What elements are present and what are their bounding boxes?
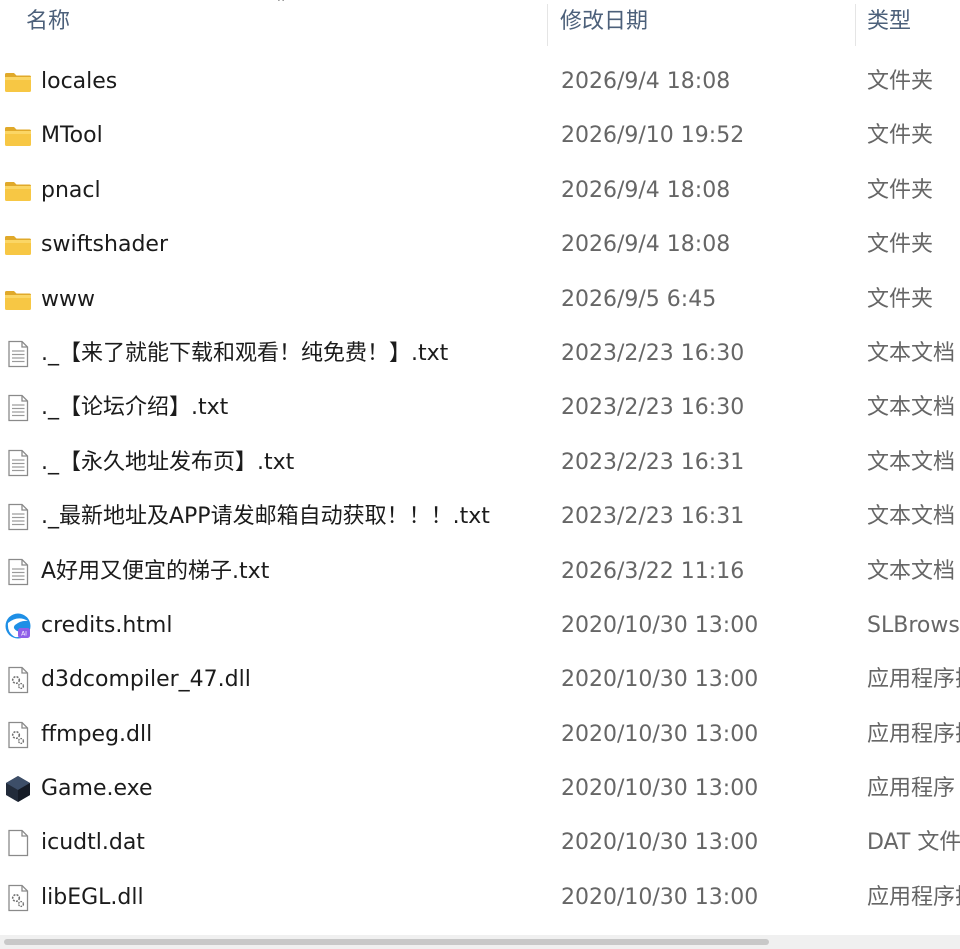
file-name: d3dcompiler_47.dll	[41, 667, 251, 693]
file-type: 应用程序	[867, 776, 956, 802]
horizontal-scrollbar[interactable]	[0, 935, 960, 949]
file-type: 文本文档	[867, 504, 956, 530]
file-modified-date: 2023/2/23 16:30	[561, 395, 745, 421]
folder-icon	[3, 121, 33, 151]
file-row[interactable]: locales 2026/9/4 18:08 文件夹	[0, 55, 960, 109]
file-name: ._【论坛介绍】.txt	[41, 395, 229, 421]
file-type: 应用程序扩展	[867, 884, 960, 910]
file-row[interactable]: libEGL.dll 2020/10/30 13:00 应用程序扩展	[0, 871, 960, 925]
dll-file-icon	[3, 720, 33, 750]
file-modified-date: 2020/10/30 13:00	[561, 776, 759, 802]
file-type: 文件夹	[867, 123, 934, 149]
folder-icon	[3, 230, 33, 260]
file-name: icudtl.dat	[41, 830, 145, 856]
svg-text:AI: AI	[21, 630, 27, 637]
file-type: 文本文档	[867, 395, 956, 421]
file-row[interactable]: ._【永久地址发布页】.txt 2023/2/23 16:31 文本文档	[0, 436, 960, 490]
file-row[interactable]: Game.exe 2020/10/30 13:00 应用程序	[0, 762, 960, 816]
file-list: locales 2026/9/4 18:08 文件夹 MTool 2026/9/10 1…	[0, 55, 960, 925]
file-modified-date: 2026/9/4 18:08	[561, 69, 731, 94]
column-header-bar: 名称 ∧ 修改日期 类型	[0, 0, 960, 46]
file-row[interactable]: AI credits.html 2020/10/30 13:00 SLBrowser	[0, 599, 960, 653]
file-name: www	[41, 286, 95, 312]
file-name: ._【永久地址发布页】.txt	[41, 449, 295, 475]
column-header-date[interactable]: 修改日期	[548, 0, 854, 46]
text-file-icon	[3, 339, 33, 369]
dll-file-icon	[3, 883, 33, 913]
text-file-icon	[3, 502, 33, 532]
folder-icon	[3, 176, 33, 206]
file-type: 文本文档	[867, 558, 956, 584]
file-modified-date: 2020/10/30 13:00	[561, 830, 759, 856]
file-row[interactable]: swiftshader 2026/9/4 18:08 文件夹	[0, 218, 960, 272]
file-name: A好用又便宜的梯子.txt	[41, 558, 270, 584]
text-file-icon	[3, 393, 33, 423]
column-header-type[interactable]: 类型	[856, 0, 960, 46]
file-modified-date: 2026/9/4 18:08	[561, 232, 731, 258]
file-type: 文本文档	[867, 340, 956, 366]
file-modified-date: 2026/9/10 19:52	[561, 123, 745, 149]
file-name: libEGL.dll	[41, 884, 144, 910]
file-type: 文件夹	[867, 232, 934, 258]
file-row[interactable]: www 2026/9/5 6:45 文件夹	[0, 273, 960, 327]
file-type: 文件夹	[867, 177, 934, 203]
file-modified-date: 2020/10/30 13:00	[561, 667, 759, 693]
file-name: ._最新地址及APP请发邮箱自动获取！！！.txt	[41, 504, 490, 530]
sort-caret-icon: ∧	[274, 0, 288, 4]
text-file-icon	[3, 448, 33, 478]
file-type: SLBrowser	[867, 612, 960, 638]
file-type: 应用程序扩展	[867, 721, 960, 747]
game-exe-icon	[3, 774, 33, 804]
file-modified-date: 2020/10/30 13:00	[561, 721, 759, 747]
column-header-name[interactable]: 名称	[0, 0, 546, 46]
file-type: DAT 文件	[867, 830, 960, 856]
file-type: 应用程序扩展	[867, 667, 960, 693]
file-row[interactable]: pnacl 2026/9/4 18:08 文件夹	[0, 164, 960, 218]
file-modified-date: 2020/10/30 13:00	[561, 884, 759, 910]
file-row[interactable]: ffmpeg.dll 2020/10/30 13:00 应用程序扩展	[0, 708, 960, 762]
file-modified-date: 2023/2/23 16:30	[561, 340, 745, 366]
file-type: 文本文档	[867, 449, 956, 475]
file-row[interactable]: ._【论坛介绍】.txt 2023/2/23 16:30 文本文档	[0, 381, 960, 435]
folder-icon	[3, 67, 33, 97]
file-name: ffmpeg.dll	[41, 721, 153, 747]
file-row[interactable]: MTool 2026/9/10 19:52 文件夹	[0, 109, 960, 163]
file-row[interactable]: ._【来了就能下载和观看！纯免费！】.txt 2023/2/23 16:30 文本文…	[0, 327, 960, 381]
file-row[interactable]: icudtl.dat 2020/10/30 13:00 DAT 文件	[0, 816, 960, 870]
file-type: 文件夹	[867, 286, 934, 312]
file-name: locales	[41, 69, 118, 94]
file-name: credits.html	[41, 612, 173, 638]
dll-file-icon	[3, 665, 33, 695]
folder-icon	[3, 285, 33, 315]
file-modified-date: 2026/9/5 6:45	[561, 286, 717, 312]
file-name: MTool	[41, 123, 103, 149]
file-name: Game.exe	[41, 776, 153, 802]
file-name: pnacl	[41, 177, 101, 203]
file-modified-date: 2026/9/4 18:08	[561, 177, 731, 203]
blank-file-icon	[3, 828, 33, 858]
text-file-icon	[3, 557, 33, 587]
file-type: 文件夹	[867, 69, 934, 94]
file-modified-date: 2020/10/30 13:00	[561, 612, 759, 638]
file-modified-date: 2023/2/23 16:31	[561, 449, 745, 475]
file-row[interactable]: A好用又便宜的梯子.txt 2026/3/22 11:16 文本文档	[0, 545, 960, 599]
file-row[interactable]: ._最新地址及APP请发邮箱自动获取！！！.txt 2023/2/23 16:31…	[0, 490, 960, 544]
file-modified-date: 2026/3/22 11:16	[561, 558, 745, 584]
scrollbar-thumb[interactable]	[4, 939, 769, 945]
file-modified-date: 2023/2/23 16:31	[561, 504, 745, 530]
file-name: swiftshader	[41, 232, 168, 258]
browser-html-icon: AI	[3, 611, 33, 641]
file-row[interactable]: d3dcompiler_47.dll 2020/10/30 13:00 应用程序扩展	[0, 653, 960, 707]
file-name: ._【来了就能下载和观看！纯免费！】.txt	[41, 340, 449, 366]
